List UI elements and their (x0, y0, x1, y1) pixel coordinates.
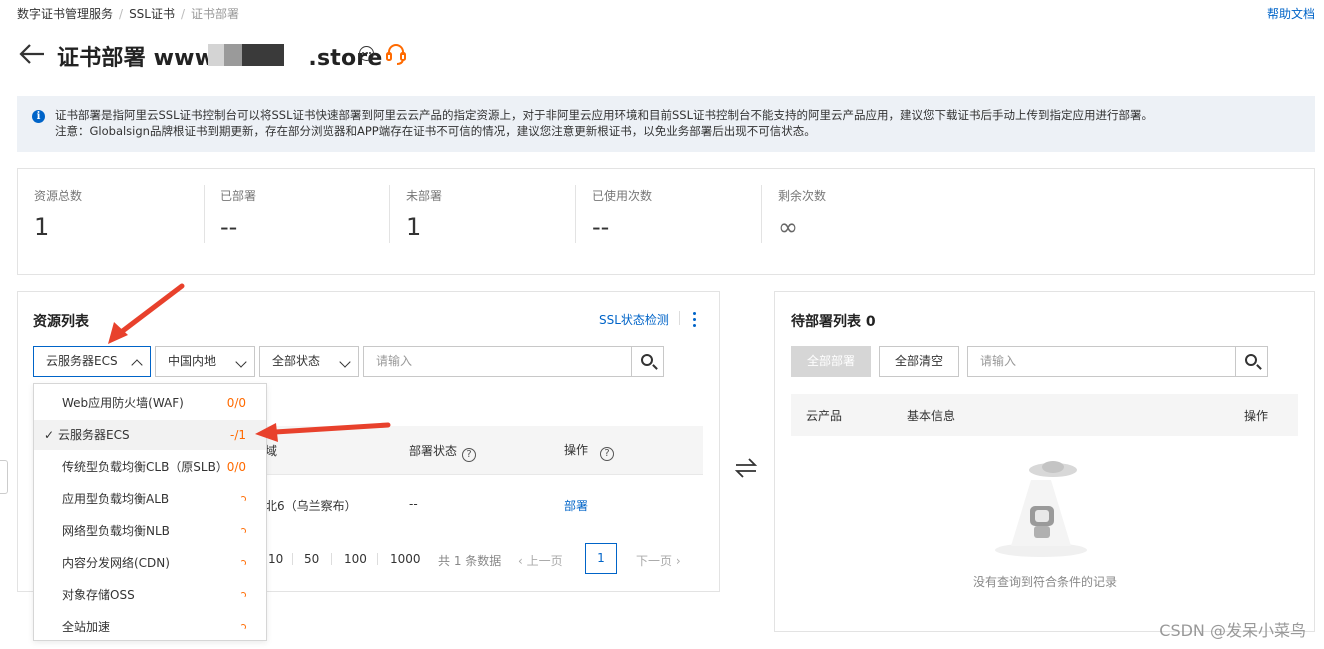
page-size-10[interactable]: 10 (268, 552, 283, 566)
breadcrumb-item[interactable]: 数字证书管理服务 (17, 7, 113, 21)
status-select-value: 全部状态 (272, 354, 321, 368)
stat-used: 已使用次数 -- (592, 189, 653, 241)
collapse-handle[interactable] (0, 460, 8, 494)
chevron-down-icon (339, 356, 351, 368)
stat-remaining: 剩余次数 ∞ (778, 189, 827, 241)
chevron-up-icon (131, 359, 143, 371)
watermark: CSDN @发呆小菜鸟 (1159, 621, 1306, 640)
product-dropdown: Web应用防火墙(WAF) 0/0 ✓ 云服务器ECS -/1 传统型负载均衡CLB（… (33, 383, 267, 641)
check-icon: ✓ (44, 428, 55, 442)
product-select[interactable]: 云服务器ECS (33, 346, 151, 377)
status-select[interactable]: 全部状态 (259, 346, 359, 377)
column-info: 基本信息 (907, 409, 956, 423)
resource-search-button[interactable] (631, 346, 664, 377)
ssl-status-check-link[interactable]: SSL状态检测 (599, 311, 669, 328)
deploy-all-button[interactable]: 全部部署 (791, 346, 871, 377)
stat-deployed: 已部署 -- (220, 189, 257, 241)
redaction-block (208, 44, 224, 66)
clear-all-button[interactable]: 全部清空 (879, 346, 959, 377)
more-vertical-icon[interactable] (690, 311, 700, 329)
dropdown-item-ecs[interactable]: ✓ 云服务器ECS -/1 (34, 420, 266, 450)
prev-page-button[interactable]: ‹ 上一页 (518, 552, 563, 569)
search-icon (1245, 354, 1257, 366)
item-count: 0/0 (226, 396, 246, 410)
chevron-left-icon: ‹ (518, 554, 527, 568)
chevron-down-icon (235, 356, 247, 368)
redaction-block (242, 44, 284, 66)
info-icon: i (32, 110, 45, 123)
breadcrumb-current: 证书部署 (191, 7, 240, 21)
loading-spinner-icon (240, 592, 246, 598)
stat-undeployed: 未部署 1 (406, 189, 443, 241)
item-count: -/1 (229, 428, 246, 442)
page-size-100[interactable]: 100 (344, 552, 367, 566)
empty-state-ufo-icon (995, 461, 1087, 557)
item-count: 0/0 (226, 460, 246, 474)
chevron-right-icon: › (672, 554, 681, 568)
help-docs-link[interactable]: 帮助文档 (1267, 5, 1315, 22)
breadcrumb: 数字证书管理服务 / SSL证书 / 证书部署 (17, 7, 240, 21)
loading-spinner-icon (240, 560, 246, 566)
dropdown-item-alb[interactable]: 应用型负载均衡ALB (34, 484, 266, 514)
region-select[interactable]: 中国内地 (155, 346, 255, 377)
page-size-1000[interactable]: 1000 (390, 552, 421, 566)
dropdown-item-waf[interactable]: Web应用防火墙(WAF) 0/0 (34, 388, 266, 418)
column-action: 操作 (1244, 409, 1269, 423)
redaction-block (224, 44, 242, 66)
page-title-prefix: 证书部署 www. (57, 46, 223, 71)
customer-service-icon[interactable] (385, 42, 407, 66)
total-count: 共 1 条数据 (438, 554, 502, 568)
empty-state-text: 没有查询到符合条件的记录 (973, 575, 1118, 589)
more-options-icon[interactable] (359, 46, 374, 61)
stats-panel: 资源总数 1 已部署 -- 未部署 1 已使用次数 -- 剩余次数 ∞ (17, 168, 1315, 275)
next-page-button[interactable]: 下一页 › (636, 552, 681, 569)
region-select-value: 中国内地 (168, 354, 217, 368)
product-select-value: 云服务器ECS (46, 354, 118, 368)
row-deploy-status: -- (409, 497, 418, 511)
back-arrow-icon[interactable] (18, 42, 46, 66)
pending-search-input[interactable]: 请输入 (967, 346, 1236, 377)
loading-spinner-icon (240, 528, 246, 534)
notice-line: 注意：Globalsign品牌根证书到期更新，存在部分浏览器和APP端存在证书不… (55, 124, 816, 138)
pending-table-header (791, 394, 1298, 436)
transfer-icon (734, 458, 758, 478)
row-region: 北6（乌兰察布） (265, 499, 357, 513)
column-action: 操作? (564, 441, 615, 461)
pending-list-title: 待部署列表 0 (791, 314, 876, 330)
notice-line: 证书部署是指阿里云SSL证书控制台可以将SSL证书快速部署到阿里云云产品的指定资… (55, 108, 1154, 122)
help-icon[interactable]: ? (600, 447, 615, 461)
resource-list-title: 资源列表 (33, 314, 89, 330)
dropdown-item-cdn[interactable]: 内容分发网络(CDN) (34, 548, 266, 578)
resource-search-input[interactable]: 请输入 (363, 346, 632, 377)
info-notice: 证书部署是指阿里云SSL证书控制台可以将SSL证书快速部署到阿里云云产品的指定资… (17, 96, 1315, 152)
page-1-button[interactable]: 1 (585, 543, 617, 574)
breadcrumb-item[interactable]: SSL证书 (129, 7, 175, 21)
stat-total: 资源总数 1 (34, 189, 83, 241)
column-deploy-status: 部署状态? (409, 442, 477, 462)
page-size-50[interactable]: 50 (304, 552, 319, 566)
dropdown-item-clb[interactable]: 传统型负载均衡CLB（原SLB） 0/0 (34, 452, 266, 482)
dropdown-item-nlb[interactable]: 网络型负载均衡NLB (34, 516, 266, 546)
pending-search-button[interactable] (1235, 346, 1268, 377)
loading-spinner-icon (240, 496, 246, 502)
loading-spinner-icon (240, 624, 246, 630)
search-icon (641, 354, 653, 366)
dropdown-item-oss[interactable]: 对象存储OSS (34, 580, 266, 610)
deploy-link[interactable]: 部署 (564, 497, 588, 514)
help-icon[interactable]: ? (462, 448, 477, 462)
column-product: 云产品 (806, 409, 843, 423)
dropdown-item-dcdn[interactable]: 全站加速 (34, 612, 266, 642)
